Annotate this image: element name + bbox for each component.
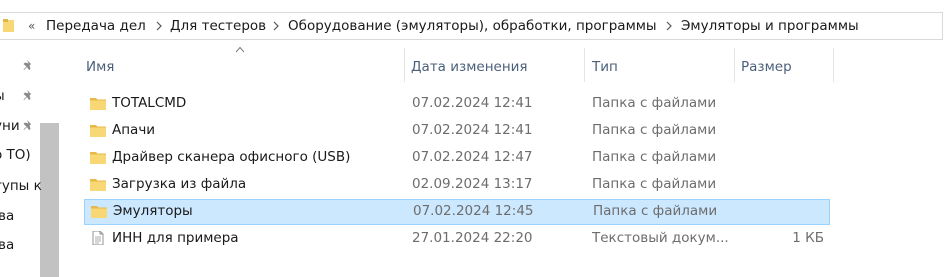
file-size: 1 КБ <box>792 230 824 246</box>
column-header-size[interactable]: Размер <box>741 54 792 80</box>
file-type: Папка с файлами <box>593 203 718 219</box>
breadcrumb-item[interactable]: Для тестеров <box>170 17 266 35</box>
file-date: 27.01.2024 22:20 <box>412 230 533 246</box>
breadcrumb-item[interactable]: Эмуляторы и программы <box>681 17 859 35</box>
pin-icon[interactable] <box>22 119 35 132</box>
file-explorer-window: « Передача дел Для тестеров Оборудование… <box>0 0 947 277</box>
file-type: Папка с файлами <box>592 95 717 111</box>
sort-ascending-icon <box>235 46 245 53</box>
file-date: 07.02.2024 12:45 <box>413 203 534 219</box>
column-divider[interactable] <box>584 48 585 82</box>
file-date: 07.02.2024 12:41 <box>412 95 533 111</box>
file-name: Апачи <box>112 122 156 138</box>
text-file-icon <box>92 231 104 245</box>
file-row[interactable]: Драйвер сканера офисного (USB) 07.02.202… <box>84 145 830 171</box>
file-type: Папка с файлами <box>592 122 717 138</box>
folder-icon <box>90 179 106 191</box>
folder-icon <box>90 152 106 164</box>
file-name: ИНН для примера <box>112 230 239 246</box>
chevron-right-icon[interactable] <box>664 21 674 31</box>
folder-icon <box>91 206 107 218</box>
navigation-pane: ы уни о ТО) тупы к ва ва <box>0 41 60 277</box>
address-bar[interactable]: « Передача дел Для тестеров Оборудование… <box>0 12 943 40</box>
nav-item[interactable]: уни <box>0 117 20 135</box>
column-header-name[interactable]: Имя <box>86 54 114 80</box>
pin-icon[interactable] <box>22 89 35 102</box>
file-row[interactable]: TOTALCMD 07.02.2024 12:41 Папка с файлам… <box>84 91 830 117</box>
breadcrumb-overflow-button[interactable]: « <box>28 17 35 35</box>
nav-item[interactable]: тупы к <box>0 177 42 195</box>
file-date: 02.09.2024 13:17 <box>412 176 533 192</box>
file-name: TOTALCMD <box>112 95 187 111</box>
pin-icon[interactable] <box>22 59 35 72</box>
file-name: Эмуляторы <box>113 203 193 219</box>
column-divider[interactable] <box>734 48 735 82</box>
nav-scrollbar-thumb[interactable] <box>40 123 59 277</box>
file-name: Драйвер сканера офисного (USB) <box>112 149 351 165</box>
file-row[interactable]: ИНН для примера 27.01.2024 22:20 Текстов… <box>84 226 830 252</box>
file-type: Папка с файлами <box>592 176 717 192</box>
breadcrumb-item[interactable]: Оборудование (эмуляторы), обработки, про… <box>288 17 657 35</box>
folder-icon <box>90 98 106 110</box>
file-row-selected[interactable]: Эмуляторы 07.02.2024 12:45 Папка с файла… <box>84 199 830 225</box>
file-row[interactable]: Апачи 07.02.2024 12:41 Папка с файлами <box>84 118 830 144</box>
file-date: 07.02.2024 12:47 <box>412 149 533 165</box>
column-header-date[interactable]: Дата изменения <box>411 54 528 80</box>
chevron-right-icon[interactable] <box>271 21 281 31</box>
file-row[interactable]: Загрузка из файла 02.09.2024 13:17 Папка… <box>84 172 830 198</box>
breadcrumb-item[interactable]: Передача дел <box>46 17 146 35</box>
file-type: Папка с файлами <box>592 149 717 165</box>
nav-item[interactable]: ва <box>0 207 14 225</box>
nav-item[interactable]: о ТО) <box>0 146 31 164</box>
file-name: Загрузка из файла <box>112 176 247 192</box>
column-header-type[interactable]: Тип <box>592 54 618 80</box>
folder-icon <box>3 19 14 32</box>
column-divider[interactable] <box>404 48 405 82</box>
column-divider[interactable] <box>833 48 834 82</box>
file-date: 07.02.2024 12:41 <box>412 122 533 138</box>
folder-icon <box>90 125 106 137</box>
nav-item[interactable]: ы <box>0 87 5 105</box>
nav-item[interactable]: ва <box>0 236 14 254</box>
chevron-right-icon[interactable] <box>154 21 164 31</box>
file-type: Текстовый докум... <box>592 230 729 246</box>
